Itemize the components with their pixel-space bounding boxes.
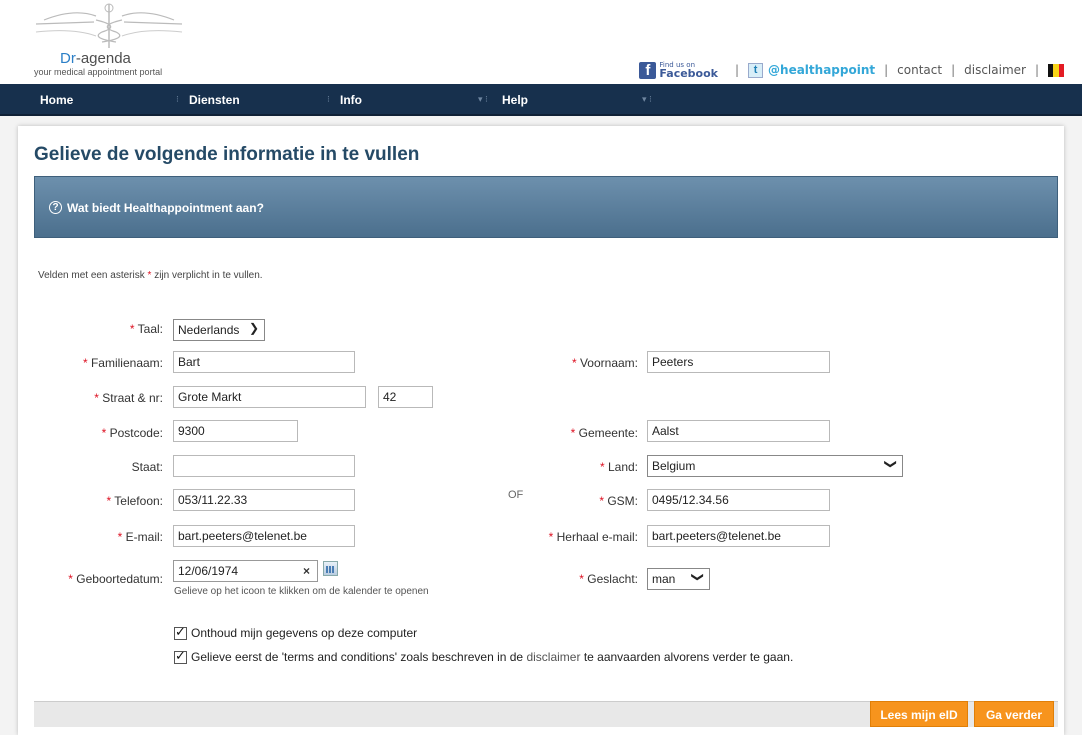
twitter-handle: @healthappoint [768, 63, 876, 77]
main-nav: Home ⁝ Diensten ⁝ Info ▾ ⁝ Help ▾ ⁝ [0, 84, 1082, 116]
herhaal-email-label: * Herhaal e-mail: [548, 530, 638, 544]
gsm-input[interactable]: 0495/12.34.56 [647, 489, 830, 511]
logo-tagline: your medical appointment portal [34, 67, 163, 77]
chevron-down-icon: ❯ [690, 571, 705, 583]
facebook-link[interactable]: f Find us on Facebook [639, 61, 718, 79]
continue-button[interactable]: Ga verder [974, 701, 1054, 727]
twitter-link[interactable]: t @healthappoint [748, 62, 876, 78]
belgian-flag-icon[interactable] [1048, 63, 1064, 77]
nav-dropdown-arrow-icon: ▾ ⁝ [642, 94, 652, 104]
gemeente-input[interactable]: Aalst [647, 420, 830, 442]
nav-item-diensten[interactable]: Diensten [189, 93, 240, 107]
familienaam-input[interactable]: Bart [173, 351, 355, 373]
header: Dr-agenda your medical appointment porta… [0, 0, 1082, 84]
postcode-input[interactable]: 9300 [173, 420, 298, 442]
huisnummer-input[interactable]: 42 [378, 386, 433, 408]
nav-item-home[interactable]: Home [40, 93, 73, 107]
checkbox-checked-icon[interactable] [174, 649, 187, 664]
required-note: Velden met een asterisk * zijn verplicht… [38, 270, 263, 281]
geslacht-select[interactable]: man ❯ [647, 568, 710, 590]
nav-item-info[interactable]: Info [340, 93, 362, 107]
staat-input[interactable] [173, 455, 355, 477]
land-select[interactable]: Belgium ❯ [647, 455, 903, 477]
remember-label: Onthoud mijn gegevens op deze computer [191, 626, 418, 640]
herhaal-email-input[interactable]: bart.peeters@telenet.be [647, 525, 830, 547]
logo-wordmark: Dr-agenda [60, 50, 131, 67]
chevron-down-icon: ❯ [883, 458, 898, 470]
telefoon-input[interactable]: 053/11.22.33 [173, 489, 355, 511]
clear-date-icon[interactable]: × [303, 564, 310, 578]
familienaam-label: * Familienaam: [82, 356, 163, 370]
calendar-hint: Gelieve op het icoon te klikken om de ka… [174, 586, 429, 597]
logo[interactable]: Dr-agenda your medical appointment porta… [34, 2, 184, 77]
divider: | [734, 63, 740, 77]
disclaimer-link[interactable]: disclaimer [526, 650, 580, 664]
disclaimer-link[interactable]: disclaimer [964, 63, 1026, 77]
email-label: * E-mail: [117, 530, 163, 544]
geslacht-label: * Geslacht: [579, 572, 638, 586]
gsm-label: * GSM: [599, 494, 638, 508]
action-bar: Lees mijn eID Ga verder [34, 701, 1058, 727]
terms-prefix: Gelieve eerst de 'terms and conditions' … [191, 650, 524, 664]
nav-dropdown-arrow-icon: ▾ ⁝ [478, 94, 488, 104]
twitter-icon: t [748, 62, 764, 78]
gemeente-label: * Gemeente: [570, 426, 638, 440]
email-input[interactable]: bart.peeters@telenet.be [173, 525, 355, 547]
top-links: f Find us on Facebook | t @healthappoint… [639, 60, 1064, 80]
nav-item-help[interactable]: Help [502, 93, 528, 107]
land-label: * Land: [599, 460, 638, 474]
facebook-icon: f [639, 61, 657, 79]
voornaam-label: * Voornaam: [571, 356, 638, 370]
taal-select[interactable]: Nederlands ❯ [173, 319, 265, 341]
taal-label: * Taal: [129, 322, 163, 336]
page-title: Gelieve de volgende informatie in te vul… [34, 144, 420, 165]
nav-separator-icon: ⁝ [176, 94, 179, 104]
contact-link[interactable]: contact [897, 63, 942, 77]
checkbox-checked-icon[interactable] [174, 625, 187, 640]
divider: | [951, 63, 956, 77]
geboortedatum-label: * Geboortedatum: [68, 572, 163, 586]
remember-checkbox[interactable]: Onthoud mijn gegevens op deze computer [174, 625, 418, 640]
straat-input[interactable]: Grote Markt [173, 386, 366, 408]
caduceus-logo-icon [35, 3, 183, 48]
calendar-icon[interactable] [323, 561, 338, 576]
info-bar-text: Wat biedt Healthappointment aan? [67, 201, 264, 215]
terms-suffix: te aanvaarden alvorens verder te gaan. [583, 650, 794, 664]
read-eid-button[interactable]: Lees mijn eID [870, 701, 968, 727]
straat-label: * Straat & nr: [94, 391, 163, 405]
divider: | [884, 63, 889, 77]
chevron-down-icon: ❯ [248, 321, 259, 335]
voornaam-input[interactable]: Peeters [647, 351, 830, 373]
info-bar[interactable]: ? Wat biedt Healthappointment aan? [34, 176, 1058, 238]
postcode-label: * Postcode: [101, 426, 163, 440]
nav-separator-icon: ⁝ [327, 94, 330, 104]
telefoon-label: * Telefoon: [106, 494, 164, 508]
page-content: Gelieve de volgende informatie in te vul… [18, 126, 1064, 735]
terms-checkbox[interactable]: Gelieve eerst de 'terms and conditions' … [174, 649, 794, 664]
question-icon: ? [49, 201, 62, 214]
divider: | [1034, 63, 1039, 77]
staat-label: Staat: [131, 460, 163, 474]
facebook-big-text: Facebook [659, 67, 718, 80]
geboortedatum-input[interactable]: 12/06/1974 [173, 560, 318, 582]
